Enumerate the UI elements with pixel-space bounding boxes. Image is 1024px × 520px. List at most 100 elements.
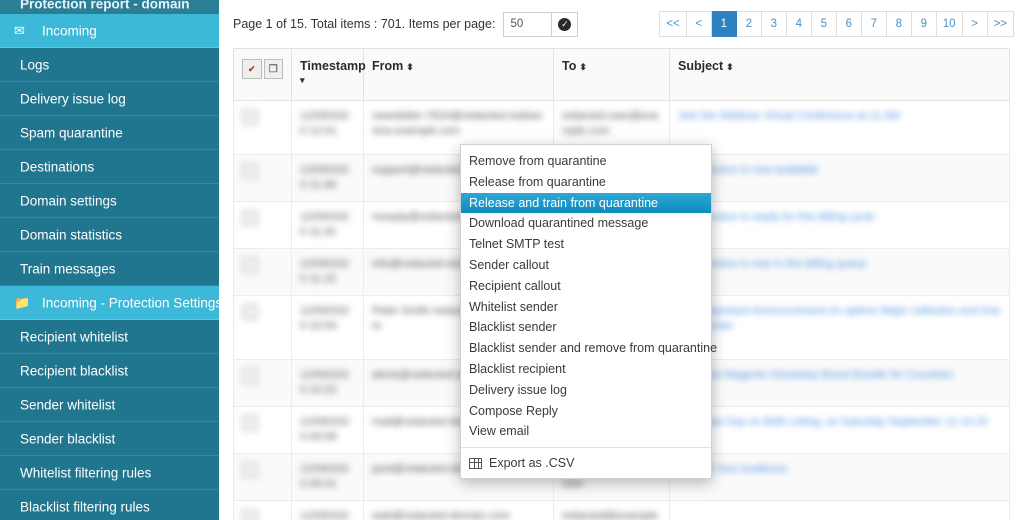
menu-item-label: Sender callout	[469, 257, 549, 272]
menu-item-release-and-train-from-quarantine[interactable]: Release and train from quarantine	[461, 192, 711, 214]
row-checkbox-cell[interactable]	[233, 453, 292, 501]
row-checkbox-icon[interactable]	[242, 509, 258, 520]
row-checkbox-icon[interactable]	[242, 257, 258, 273]
row-checkbox-cell[interactable]	[233, 154, 292, 202]
row-checkbox-cell[interactable]	[233, 295, 292, 360]
pagination-page-4[interactable]: 4	[786, 11, 812, 37]
sidebar-item-domain-statistics[interactable]: Domain statistics	[0, 218, 219, 252]
cell-to: redacted@example.com	[553, 500, 670, 520]
menu-item-delivery-issue-log[interactable]: Delivery issue log	[461, 380, 711, 401]
row-checkbox-icon[interactable]	[242, 415, 258, 431]
cell-subject[interactable]: Google Your Audience	[669, 453, 1010, 501]
pagination-first[interactable]: <<	[659, 11, 687, 37]
menu-item-view-email[interactable]: View email	[461, 421, 711, 442]
menu-item-sender-callout[interactable]: Sender callout	[461, 255, 711, 276]
items-per-page-input[interactable]	[503, 11, 552, 37]
row-checkbox-icon[interactable]	[242, 462, 258, 478]
sidebar-item-incoming[interactable]: ✉ Incoming	[0, 14, 219, 48]
menu-item-blacklist-sender[interactable]: Blacklist sender	[461, 317, 711, 338]
cell-text: 12/09/2020 09:31	[300, 463, 349, 490]
row-checkbox-icon[interactable]	[242, 368, 258, 384]
cell-subject[interactable]: Your invoice is now available	[669, 154, 1010, 202]
row-checkbox-cell[interactable]	[233, 100, 292, 155]
pagination-page-10[interactable]: 10	[936, 11, 963, 37]
menu-item-label: Remove from quarantine	[469, 154, 607, 168]
sidebar-item-whitelist-filtering-rules[interactable]: Whitelist filtering rules	[0, 456, 219, 490]
cell-timestamp: 12/09/2020 11:15	[291, 248, 364, 296]
menu-item-download-quarantined-message[interactable]: Download quarantined message	[461, 213, 711, 234]
sidebar-item-spam-quarantine[interactable]: Spam quarantine	[0, 116, 219, 150]
menu-item-blacklist-recipient[interactable]: Blacklist recipient	[461, 359, 711, 380]
row-checkbox-cell[interactable]	[233, 500, 292, 520]
cell-text: New Important Announcement on uptime Maj…	[678, 305, 1000, 332]
row-checkbox-cell[interactable]	[233, 406, 292, 454]
pagination-prev[interactable]: <	[686, 11, 712, 37]
select-invert-icon[interactable]: ❐	[263, 59, 283, 79]
menu-item-release-from-quarantine[interactable]: Release from quarantine	[461, 172, 711, 193]
column-header-from[interactable]: From ⬍	[363, 48, 554, 101]
pagination-page-9[interactable]: 9	[911, 11, 937, 37]
sidebar-item-recipient-blacklist[interactable]: Recipient blacklist	[0, 354, 219, 388]
column-header-subject[interactable]: Subject ⬍	[669, 48, 1010, 101]
row-checkbox-cell[interactable]	[233, 359, 292, 407]
sort-desc-icon: ▾	[300, 75, 305, 85]
items-per-page-apply-button[interactable]: ✓	[551, 11, 579, 37]
cell-text: redacted@example.com	[562, 510, 661, 520]
menu-item-blacklist-sender-and-remove-from-quarantine[interactable]: Blacklist sender and remove from quarant…	[461, 338, 717, 359]
pagination-next[interactable]: >	[962, 11, 988, 37]
cell-subject[interactable]	[669, 500, 1010, 520]
sidebar-item-label: Recipient whitelist	[20, 329, 129, 345]
sidebar-item-incoming-protection-settings[interactable]: 📁 Incoming - Protection Settings	[0, 286, 219, 320]
pagination-page-5[interactable]: 5	[811, 11, 837, 37]
row-checkbox-icon[interactable]	[242, 109, 258, 125]
pagination-page-3[interactable]: 3	[761, 11, 787, 37]
sidebar-item-recipient-whitelist[interactable]: Recipient whitelist	[0, 320, 219, 354]
cell-subject[interactable]: Add Free Day on B2B Listing, on Saturday…	[669, 406, 1010, 454]
row-checkbox-icon[interactable]	[242, 304, 258, 320]
sidebar-item-destinations[interactable]: Destinations	[0, 150, 219, 184]
menu-item-compose-reply[interactable]: Compose Reply	[461, 401, 711, 422]
row-checkbox-icon[interactable]	[242, 163, 258, 179]
sidebar-item-train-messages[interactable]: Train messages	[0, 252, 219, 286]
table-row[interactable]: 12/09/2020 09:07 web@redacted-domain.com r…	[233, 500, 1010, 520]
pagination-page-7[interactable]: 7	[861, 11, 887, 37]
pagination-page-2[interactable]: 2	[736, 11, 762, 37]
menu-item-export-csv[interactable]: Export as .CSV	[461, 448, 711, 478]
cell-subject[interactable]: Your invoice is now in the billing queue	[669, 248, 1010, 296]
sidebar-item-blacklist-filtering-rules[interactable]: Blacklist filtering rules	[0, 490, 219, 520]
column-header-to[interactable]: To ⬍	[553, 48, 670, 101]
sidebar-item-label: Domain settings	[20, 193, 117, 209]
table-toolbar: Page 1 of 15. Total items : 701. Items p…	[219, 0, 1024, 48]
sidebar-item-protection-report[interactable]: Protection report - domain	[0, 0, 219, 14]
cell-subject[interactable]: Our New Magento Giveaway Boost Bundle fo…	[669, 359, 1010, 407]
pagination-page-8[interactable]: 8	[886, 11, 912, 37]
column-label: From	[372, 59, 404, 73]
cell-text: 12/09/2020 11:48	[300, 164, 349, 191]
column-header-timestamp[interactable]: Timestamp ▾	[291, 48, 366, 101]
sidebar-item-sender-blacklist[interactable]: Sender blacklist	[0, 422, 219, 456]
pagination-page-6[interactable]: 6	[836, 11, 862, 37]
cell-timestamp: 12/09/2020 11:48	[291, 154, 364, 202]
sidebar-item-logs[interactable]: Logs	[0, 48, 219, 82]
row-checkbox-cell[interactable]	[233, 248, 292, 296]
cell-subject[interactable]: Join the Webinar Virtual Conference at 1…	[669, 100, 1010, 155]
select-all-checkbox-icon[interactable]: ✔	[242, 59, 262, 79]
sidebar-item-label: Train messages	[20, 261, 116, 277]
select-buttons: ✔ ❐	[242, 59, 283, 79]
pagination-page-1[interactable]: 1	[711, 11, 737, 37]
menu-item-recipient-callout[interactable]: Recipient callout	[461, 276, 711, 297]
row-checkbox-icon[interactable]	[242, 210, 258, 226]
envelope-icon: ✉	[14, 23, 25, 39]
cell-timestamp: 12/09/2020 09:07	[291, 500, 364, 520]
sidebar-item-domain-settings[interactable]: Domain settings	[0, 184, 219, 218]
sidebar-item-delivery-issue-log[interactable]: Delivery issue log	[0, 82, 219, 116]
menu-item-remove-from-quarantine[interactable]: Remove from quarantine	[461, 151, 711, 172]
cell-subject[interactable]: Your invoice is ready for this billing c…	[669, 201, 1010, 249]
sidebar-item-sender-whitelist[interactable]: Sender whitelist	[0, 388, 219, 422]
pagination-last[interactable]: >>	[987, 11, 1014, 37]
row-checkbox-cell[interactable]	[233, 201, 292, 249]
menu-item-whitelist-sender[interactable]: Whitelist sender	[461, 297, 711, 318]
sidebar-item-label: Protection report - domain	[20, 0, 190, 12]
cell-subject[interactable]: New Important Announcement on uptime Maj…	[669, 295, 1010, 360]
menu-item-telnet-smtp-test[interactable]: Telnet SMTP test	[461, 234, 711, 255]
